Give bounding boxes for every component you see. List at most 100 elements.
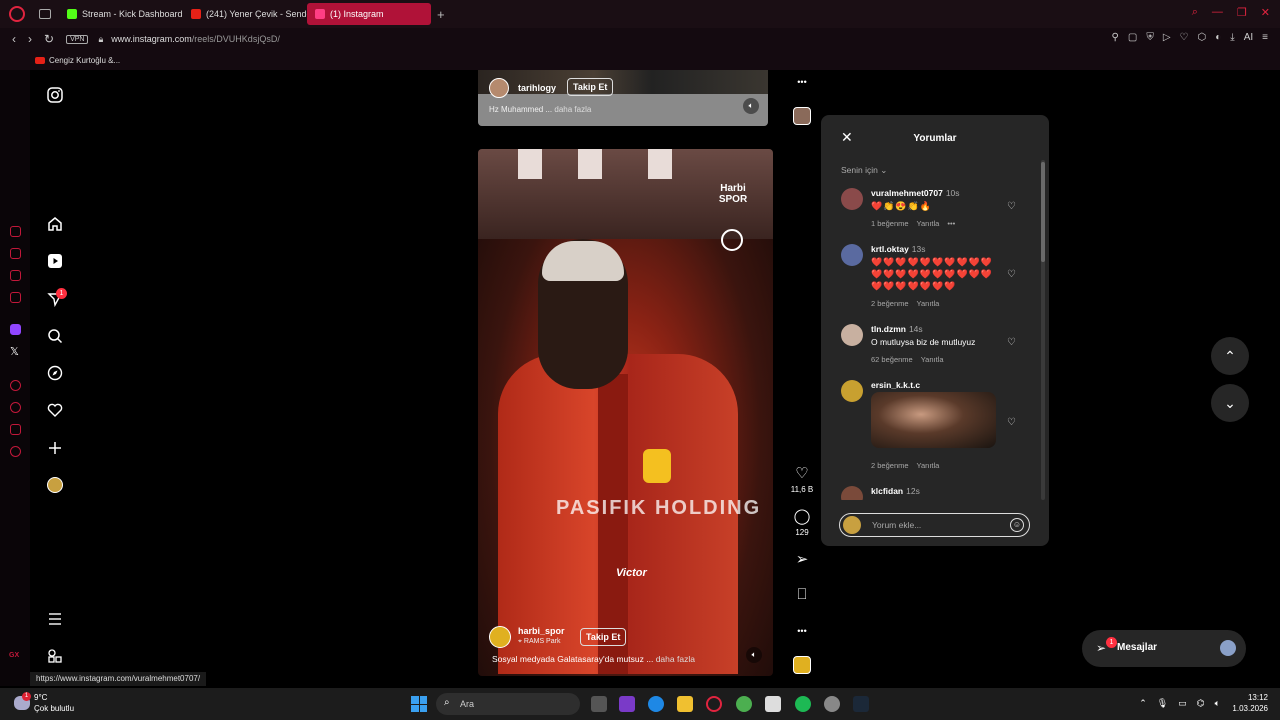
comment-username[interactable]: vuralmehmet0707 10s <box>871 188 960 198</box>
reply-button[interactable]: Yanıtla <box>917 219 940 228</box>
comment-input[interactable]: Yorum ekle... ☺ <box>839 513 1030 537</box>
audio-thumbnail[interactable] <box>793 656 811 674</box>
follow-button[interactable]: Takip Et <box>567 78 614 96</box>
bookmark-item[interactable]: Cengiz Kurtoğlu &... <box>35 56 120 65</box>
save-button[interactable]: ⎕ <box>786 587 818 603</box>
url-field[interactable]: www.instagram.com/reels/DVUHKdsjQsD/ <box>111 34 280 44</box>
tab-instagram[interactable]: (1) Instagram <box>307 3 431 25</box>
share-button[interactable]: ➢ <box>786 552 818 568</box>
tab-overview-icon[interactable] <box>39 9 51 19</box>
network-icon[interactable]: ⌬ <box>1197 698 1205 709</box>
file-explorer-icon[interactable] <box>677 696 693 712</box>
previous-reel[interactable]: tarihlogy Takip Et Hz Muhammed ... daha … <box>478 70 768 126</box>
twitch-icon[interactable] <box>10 324 21 335</box>
minimize-icon[interactable]: — <box>1212 6 1223 19</box>
avatar[interactable] <box>489 626 511 648</box>
reel-username[interactable]: tarihlogy <box>518 83 556 93</box>
avatar[interactable] <box>841 188 863 210</box>
edge-icon[interactable] <box>648 696 664 712</box>
opera-logo-icon[interactable] <box>9 6 25 22</box>
play-icon[interactable]: ▷ <box>1163 32 1171 43</box>
lock-icon[interactable]: 🔒︎ <box>98 34 103 45</box>
more-menu-icon[interactable] <box>46 610 64 628</box>
follow-button[interactable]: Takip Et <box>580 628 627 646</box>
weather-desc[interactable]: Çok bulutlu <box>34 704 74 713</box>
x-icon[interactable]: 𝕏 <box>10 345 19 358</box>
comment-like-icon[interactable]: ♡ <box>1007 417 1016 428</box>
clock-date[interactable]: 1.03.2026 <box>1232 704 1268 713</box>
reply-button[interactable]: Yanıtla <box>917 299 940 308</box>
more-icon[interactable]: ••• <box>947 219 955 228</box>
forward-icon[interactable]: › <box>28 32 32 46</box>
comment-like-icon[interactable]: ♡ <box>1007 201 1016 212</box>
task-view-icon[interactable] <box>591 696 607 712</box>
vpn-badge[interactable]: VPN <box>66 34 89 44</box>
download-icon[interactable]: ⤓ <box>1230 32 1234 43</box>
extensions-sidebar-icon[interactable] <box>10 424 21 435</box>
likes-count[interactable]: 1 beğenme <box>871 219 909 228</box>
avatar[interactable] <box>489 78 509 98</box>
settings-icon[interactable] <box>10 446 21 457</box>
store-icon[interactable] <box>765 696 781 712</box>
comment-button[interactable]: ◯ 129 <box>786 509 818 538</box>
messenger-icon[interactable] <box>10 270 21 281</box>
bag-icon[interactable] <box>10 248 21 259</box>
app-icon[interactable] <box>824 696 840 712</box>
opera-gx-icon[interactable] <box>706 696 722 712</box>
also-from-meta-icon[interactable] <box>46 647 64 665</box>
comment-username[interactable]: krtl.oktay 13s <box>871 244 926 254</box>
reply-button[interactable]: Yanıtla <box>917 461 940 470</box>
comments-filter-dropdown[interactable]: Senin için ⌄ <box>841 165 887 176</box>
scrollbar-thumb[interactable] <box>1041 162 1045 262</box>
like-button[interactable]: ♡ 11,6 B <box>786 466 818 495</box>
close-window-icon[interactable]: ✕ <box>1261 6 1270 19</box>
comment-gif[interactable] <box>871 392 996 448</box>
chrome-icon[interactable] <box>736 696 752 712</box>
reload-icon[interactable]: ↻ <box>44 32 54 46</box>
snapshot-icon[interactable]: ▢ <box>1128 32 1137 43</box>
likes-count[interactable]: 2 beğenme <box>871 299 909 308</box>
volume-icon[interactable]: 🔈︎ <box>746 647 762 663</box>
start-icon[interactable] <box>411 696 427 712</box>
home-icon[interactable] <box>46 215 64 233</box>
emoji-icon[interactable]: ☺ <box>1010 518 1024 532</box>
messages-button[interactable]: ➢ 1 Mesajlar <box>1082 630 1246 667</box>
profile-avatar[interactable] <box>46 476 64 494</box>
comment-username[interactable]: tln.dzmn 14s <box>871 324 923 334</box>
avatar[interactable] <box>841 244 863 266</box>
instagram-logo-icon[interactable] <box>46 86 64 104</box>
comment-like-icon[interactable]: ♡ <box>1007 269 1016 280</box>
reel-location[interactable]: ⌖ RAMS Park <box>518 638 560 646</box>
avatar[interactable] <box>841 380 863 402</box>
speed-dial-icon[interactable] <box>10 226 21 237</box>
aria-ai-button[interactable]: AI <box>1244 32 1253 43</box>
search-tabs-icon[interactable]: ⌕ <box>1192 6 1198 19</box>
chevron-up-icon[interactable]: ⌃ <box>1139 698 1147 709</box>
tab-kick[interactable]: Stream - Kick Dashboard <box>59 3 183 25</box>
more-link[interactable]: daha fazla <box>656 654 695 664</box>
gmail-icon[interactable] <box>10 292 21 303</box>
player-icon[interactable] <box>10 380 21 391</box>
more-link[interactable]: daha fazla <box>554 105 591 114</box>
tab-youtube[interactable]: (241) Yener Çevik - Sende <box>183 3 307 25</box>
weather-temp[interactable]: 9°C <box>34 693 47 702</box>
reel-username[interactable]: harbi_spor <box>518 626 565 636</box>
pin-icon[interactable]: ⚲ <box>1112 32 1119 43</box>
volume-icon[interactable]: 🔈︎ <box>1215 698 1220 709</box>
next-reel-button[interactable]: ⌄ <box>1211 384 1249 422</box>
likes-count[interactable]: 2 beğenme <box>871 461 909 470</box>
reply-button[interactable]: Yanıtla <box>921 355 944 364</box>
avatar[interactable] <box>841 324 863 346</box>
reels-icon[interactable] <box>46 252 64 270</box>
widgets-app-icon[interactable] <box>619 696 635 712</box>
new-tab-icon[interactable]: + <box>437 7 445 22</box>
back-icon[interactable]: ‹ <box>12 32 16 46</box>
history-icon[interactable] <box>10 402 21 413</box>
previous-reel-button[interactable]: ⌃ <box>1211 337 1249 375</box>
display-icon[interactable]: ▭ <box>1178 698 1187 709</box>
avatar[interactable] <box>841 486 863 500</box>
extensions-icon[interactable]: ⬡ <box>1198 32 1207 43</box>
search-icon[interactable] <box>46 327 64 345</box>
comment-username[interactable]: klcfidan 12s <box>871 486 920 496</box>
notifications-heart-icon[interactable] <box>46 401 64 419</box>
